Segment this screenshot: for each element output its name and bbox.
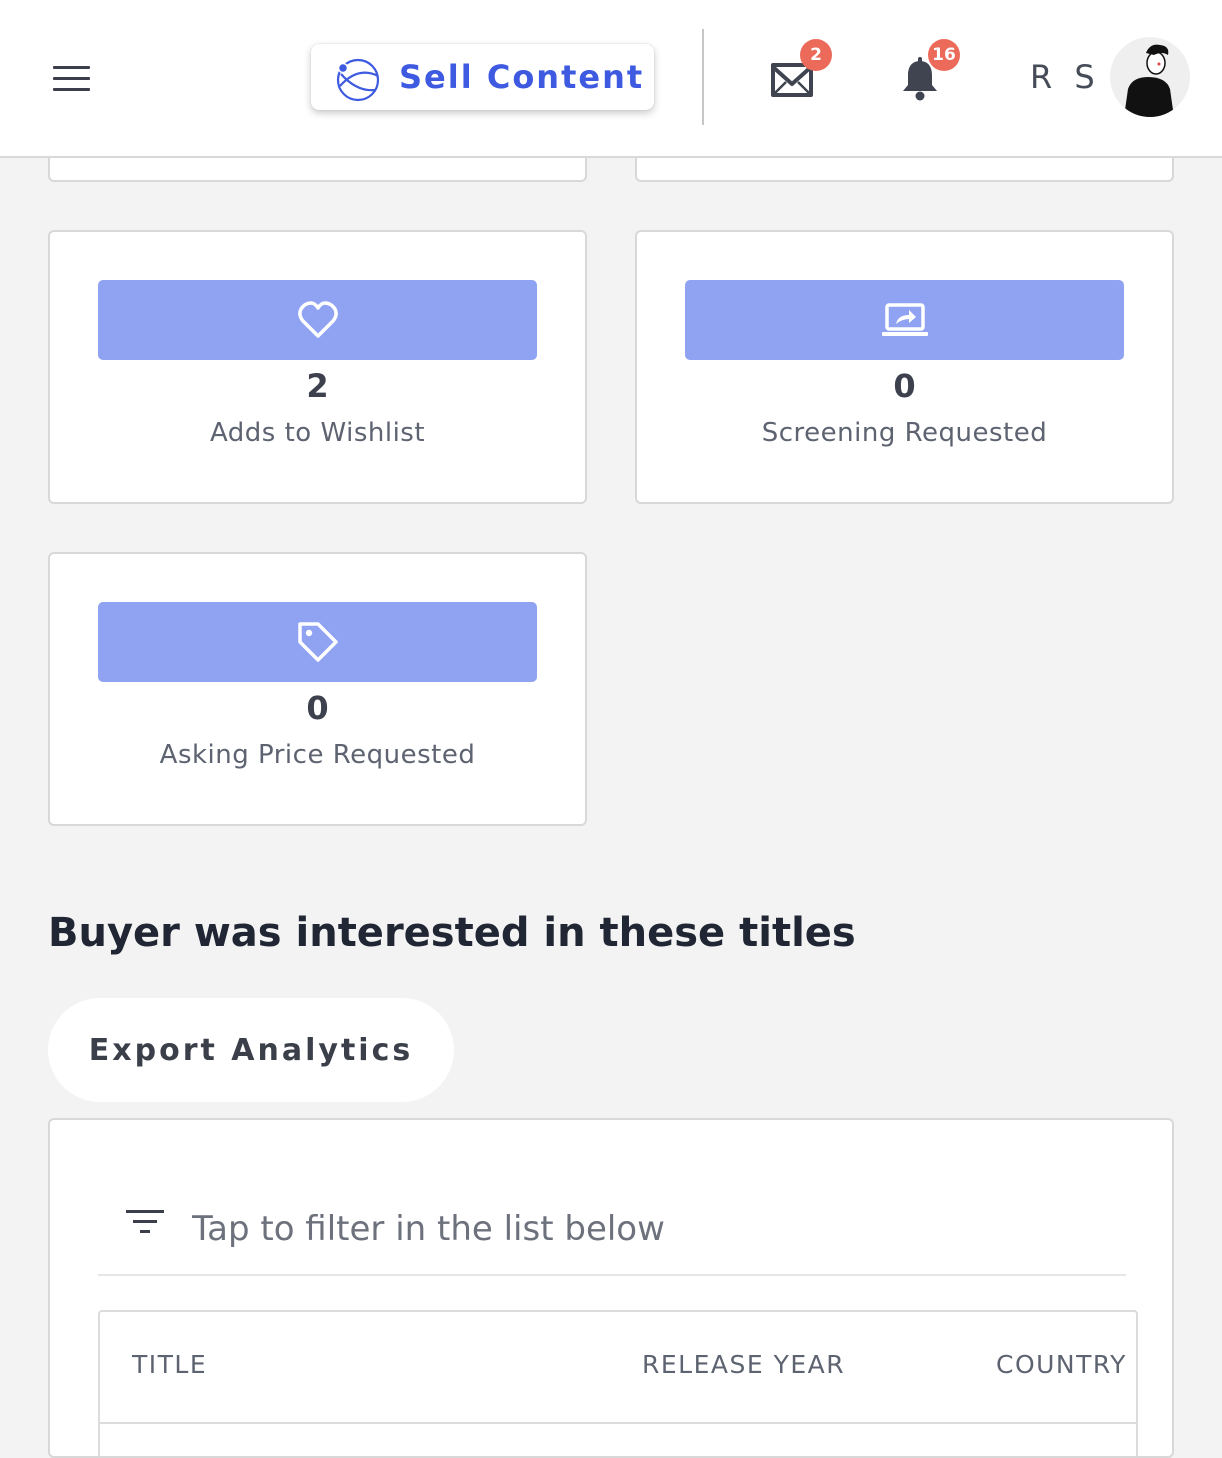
stat-label: Adds to Wishlist: [209, 418, 426, 448]
menu-icon[interactable]: [53, 66, 91, 92]
column-header-title[interactable]: TITLE: [132, 1350, 207, 1379]
sell-content-label: Sell Content: [399, 58, 645, 96]
titles-panel: TITLE RELEASE YEAR COUNTRY: [48, 1118, 1174, 1458]
section-heading: Buyer was interested in these titles: [48, 910, 856, 956]
stat-label: Asking Price Requested: [159, 740, 476, 770]
heart-icon: [297, 301, 338, 338]
user-avatar[interactable]: [1110, 37, 1190, 117]
stat-label: Screening Requested: [761, 418, 1048, 448]
stat-value: 0: [306, 689, 329, 727]
messages-badge: 2: [800, 39, 832, 71]
sell-content-button[interactable]: Sell Content: [311, 44, 654, 110]
screen-share-icon: [881, 303, 928, 336]
top-header: Sell Content 2 16 R S: [0, 0, 1222, 158]
stat-card-asking-price: 0 Asking Price Requested: [48, 552, 587, 826]
stat-bar: [98, 602, 537, 682]
stat-bar: [685, 280, 1124, 360]
column-header-release-year[interactable]: RELEASE YEAR: [642, 1350, 845, 1379]
column-header-country[interactable]: COUNTRY: [996, 1350, 1127, 1379]
stat-bar: [98, 280, 537, 360]
table-header: TITLE RELEASE YEAR COUNTRY: [100, 1312, 1136, 1424]
stat-value: 0: [893, 367, 916, 405]
stat-card-wishlist: 2 Adds to Wishlist: [48, 230, 587, 504]
avatar-illustration-icon: [1124, 44, 1174, 117]
stat-card-screening: 0 Screening Requested: [635, 230, 1174, 504]
globe-icon: [336, 58, 380, 102]
user-initials: R S: [1030, 58, 1101, 96]
filter-icon: [126, 1210, 164, 1240]
header-divider: [702, 29, 704, 125]
filter-input[interactable]: [190, 1198, 1094, 1260]
notifications-badge: 16: [928, 39, 960, 71]
export-analytics-button[interactable]: Export Analytics: [48, 998, 454, 1102]
titles-table: TITLE RELEASE YEAR COUNTRY: [98, 1310, 1138, 1456]
price-tag-icon: [297, 622, 338, 662]
filter-bar[interactable]: [98, 1182, 1126, 1276]
stat-value: 2: [306, 367, 329, 405]
